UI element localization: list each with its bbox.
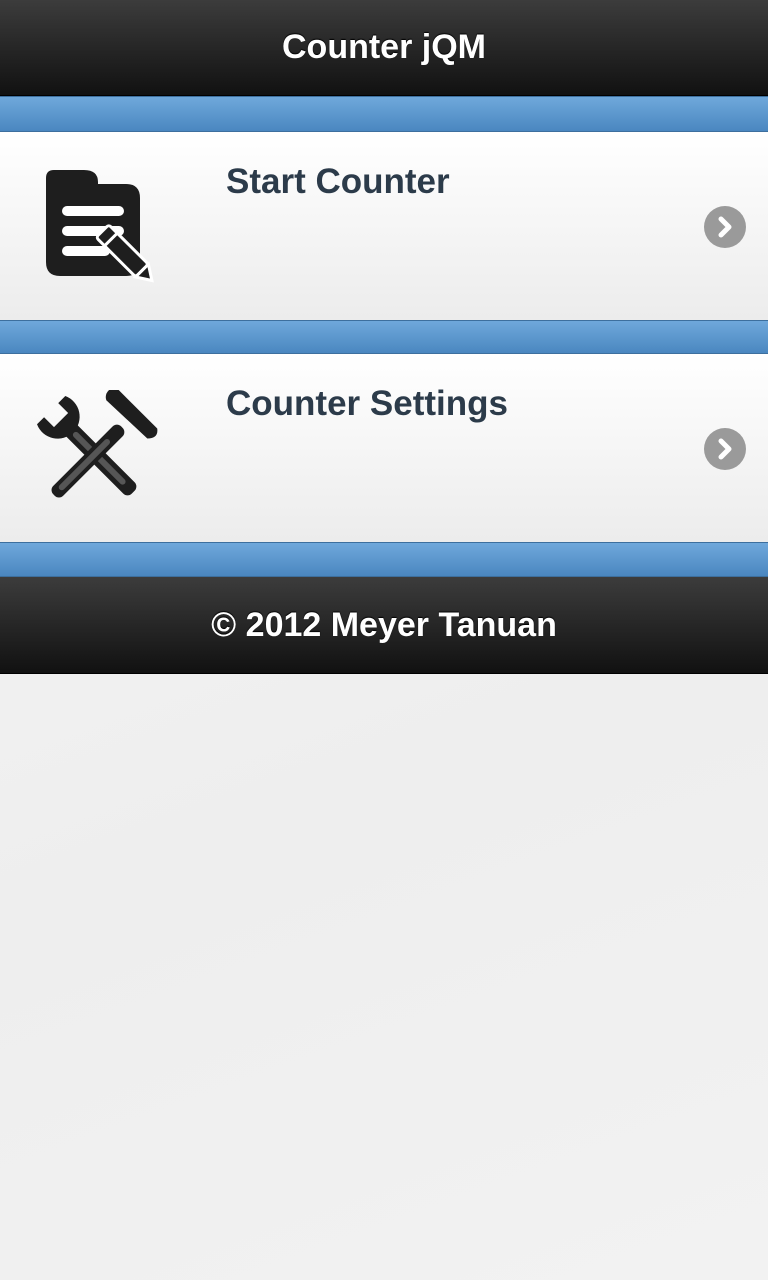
list-item-label: Counter Settings <box>226 384 508 423</box>
list-divider <box>0 542 768 577</box>
list-item-label: Start Counter <box>226 162 450 201</box>
header-bar: Counter jQM <box>0 0 768 96</box>
footer-bar: © 2012 Meyer Tanuan <box>0 577 768 674</box>
page-title: Counter jQM <box>282 28 486 66</box>
footer-copyright: © 2012 Meyer Tanuan <box>211 605 557 644</box>
chevron-right-icon <box>704 428 746 470</box>
list-item-start-counter[interactable]: Start Counter <box>0 132 768 320</box>
tools-icon <box>37 390 158 498</box>
list-divider <box>0 320 768 354</box>
document-edit-icon <box>46 170 154 283</box>
page: Counter jQM Start Counter Counter Settin… <box>0 0 768 1280</box>
chevron-right-icon <box>704 206 746 248</box>
list-item-counter-settings[interactable]: Counter Settings <box>0 354 768 542</box>
list-divider <box>0 96 768 132</box>
